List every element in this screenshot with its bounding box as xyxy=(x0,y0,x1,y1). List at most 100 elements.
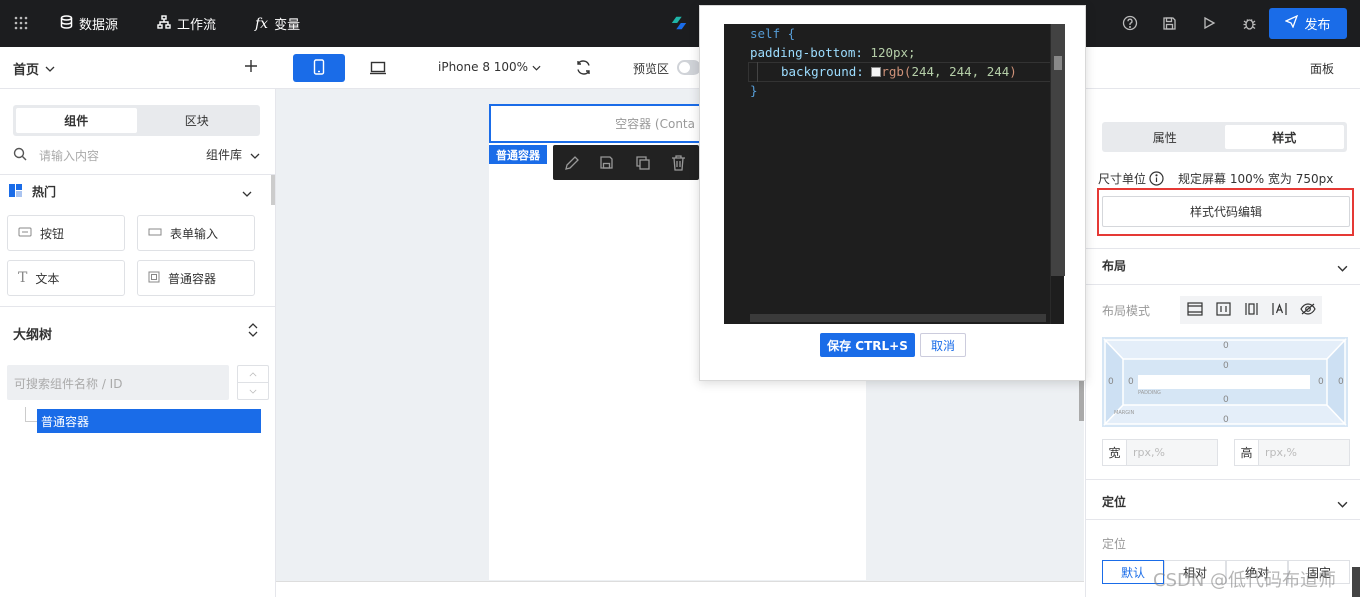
save-icon[interactable] xyxy=(1160,14,1178,32)
library-label: 组件库 xyxy=(206,148,243,162)
style-code-modal: self { padding-bottom: 120px; background… xyxy=(699,5,1086,381)
editor-horizontal-scrollbar[interactable] xyxy=(750,314,1046,322)
component-toolbar xyxy=(553,145,699,180)
container-component[interactable]: 普通容器 xyxy=(137,260,255,296)
bug-icon[interactable] xyxy=(1240,14,1258,32)
flex-layout-icon[interactable] xyxy=(1244,302,1259,319)
variables-menu[interactable]: fx 变量 xyxy=(255,0,300,47)
block-layout-icon[interactable] xyxy=(1186,301,1203,319)
padding-top-value[interactable]: 0 xyxy=(1223,361,1229,371)
height-label: 高 xyxy=(1235,440,1259,465)
layout-mode-group xyxy=(1180,296,1322,324)
workflow-menu[interactable]: 工作流 xyxy=(157,0,216,47)
empty-container[interactable]: 空容器 (Conta xyxy=(489,104,709,143)
cancel-button[interactable]: 取消 xyxy=(920,333,966,357)
save-icon[interactable] xyxy=(599,155,614,173)
editor-scrollbar-track[interactable] xyxy=(1050,24,1065,324)
chevron-down-icon xyxy=(45,61,55,76)
info-icon[interactable] xyxy=(1149,171,1164,189)
tab-components[interactable]: 组件 xyxy=(16,108,137,133)
button-component[interactable]: 按钮 xyxy=(7,215,125,251)
height-placeholder: rpx,% xyxy=(1259,440,1349,465)
component-search-input[interactable]: 请输入内容 xyxy=(39,147,99,164)
style-code-edit-button[interactable]: 样式代码编辑 xyxy=(1102,196,1350,227)
inline-text-icon[interactable] xyxy=(1271,302,1287,319)
tab-styles[interactable]: 样式 xyxy=(1224,125,1344,149)
padding-label: PADDING xyxy=(1138,390,1161,396)
width-label: 宽 xyxy=(1103,440,1127,465)
margin-left-value[interactable]: 0 xyxy=(1108,377,1114,387)
expand-collapse-icon[interactable] xyxy=(248,323,258,340)
form-input-component[interactable]: 表单输入 xyxy=(137,215,255,251)
margin-bottom-value[interactable]: 0 xyxy=(1223,415,1229,425)
width-placeholder: rpx,% xyxy=(1127,440,1217,465)
margin-right-value[interactable]: 0 xyxy=(1338,377,1344,387)
color-swatch[interactable] xyxy=(871,67,882,77)
logo-icon xyxy=(670,14,688,32)
unit-label: 尺寸单位 xyxy=(1098,172,1147,186)
search-icon xyxy=(13,147,27,164)
outline-title: 大纲树 xyxy=(13,328,53,343)
padding-right-value[interactable]: 0 xyxy=(1318,377,1324,387)
outline-search-input[interactable]: 可搜索组件名称 / ID xyxy=(7,365,229,400)
library-selector[interactable]: 组件库 xyxy=(206,146,260,163)
device-selector[interactable]: iPhone 8 100% xyxy=(438,60,541,74)
preview-label: 预览区 xyxy=(633,62,670,76)
desktop-view-button[interactable] xyxy=(369,61,387,78)
save-button[interactable]: 保存 CTRL+S xyxy=(820,333,915,357)
function-icon: fx xyxy=(255,15,269,32)
code-property: background: xyxy=(781,64,864,79)
chevron-down-icon[interactable] xyxy=(238,383,268,399)
laptop-icon xyxy=(369,61,387,78)
top-bar: 数据源 工作流 fx 变量 发布 xyxy=(0,0,1360,47)
panel-button[interactable]: 面板 xyxy=(1310,60,1334,77)
apps-grid-icon[interactable] xyxy=(12,14,30,32)
padding-left-value[interactable]: 0 xyxy=(1128,377,1134,387)
properties-tabs: 属性 样式 xyxy=(1102,122,1347,152)
watermark: CSDN @低代码布道师 xyxy=(1153,570,1337,591)
code-editor[interactable]: self { padding-bottom: 120px; background… xyxy=(724,24,1065,324)
height-input[interactable]: 高 rpx,% xyxy=(1234,439,1350,466)
add-page-icon[interactable] xyxy=(244,59,258,76)
delete-icon[interactable] xyxy=(671,155,686,174)
component-label: 文本 xyxy=(35,271,60,286)
margin-label: MARGIN xyxy=(1114,410,1135,416)
mobile-view-button[interactable] xyxy=(293,54,345,82)
component-label: 表单输入 xyxy=(170,226,219,241)
edit-icon[interactable] xyxy=(564,155,580,174)
preview-toggle[interactable] xyxy=(677,60,701,75)
outline-item-container[interactable]: 普通容器 xyxy=(37,409,261,433)
copy-icon[interactable] xyxy=(635,155,651,174)
workflow-icon xyxy=(157,14,171,33)
outline-stepper[interactable] xyxy=(237,365,269,400)
unit-value: 规定屏幕 100% 宽为 750px xyxy=(1178,172,1334,186)
tab-properties[interactable]: 属性 xyxy=(1105,125,1225,149)
publish-button[interactable]: 发布 xyxy=(1269,8,1347,39)
text-component[interactable]: T 文本 xyxy=(7,260,125,296)
width-input[interactable]: 宽 rpx,% xyxy=(1102,439,1218,466)
chevron-down-icon[interactable] xyxy=(1337,497,1348,511)
datasource-label: 数据源 xyxy=(79,18,119,33)
code-line-4: } xyxy=(750,83,758,98)
code-value: 244, 244, 244 xyxy=(911,64,1010,79)
chevron-up-icon[interactable] xyxy=(238,366,268,383)
help-icon[interactable] xyxy=(1121,14,1139,32)
page-selector[interactable]: 首页 xyxy=(13,59,55,78)
chevron-down-icon[interactable] xyxy=(242,186,252,200)
margin-top-value[interactable]: 0 xyxy=(1223,341,1229,351)
hot-category[interactable]: 热门 xyxy=(9,183,56,200)
chevron-down-icon[interactable] xyxy=(1337,261,1348,275)
refresh-icon[interactable] xyxy=(575,59,592,79)
play-icon[interactable] xyxy=(1200,14,1218,32)
page-name: 首页 xyxy=(13,63,40,78)
hidden-eye-icon[interactable] xyxy=(1299,302,1316,319)
padding-bottom-value[interactable]: 0 xyxy=(1223,395,1229,405)
tab-blocks[interactable]: 区块 xyxy=(137,108,258,133)
inline-block-icon[interactable] xyxy=(1215,301,1231,319)
layout-mode-label: 布局模式 xyxy=(1102,304,1151,318)
datasource-menu[interactable]: 数据源 xyxy=(60,0,118,47)
input-icon xyxy=(148,226,162,240)
box-model-editor: 0 0 0 0 0 0 0 0 PADDING MARGIN xyxy=(1102,337,1348,427)
device-label: iPhone 8 100% xyxy=(438,60,529,74)
code-function: rgb( xyxy=(881,64,912,79)
